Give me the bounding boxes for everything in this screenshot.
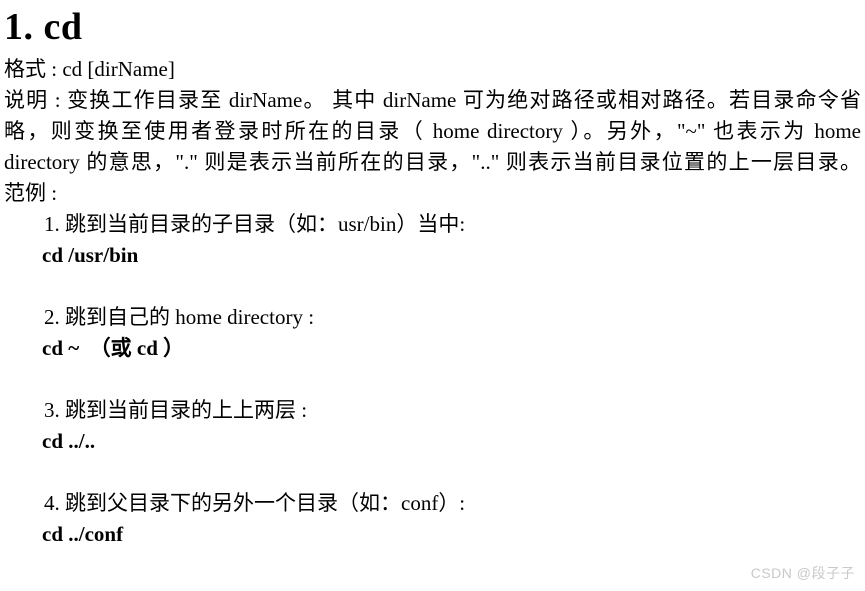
examples-label: 范例 : xyxy=(4,181,58,205)
example-title: 1. 跳到当前目录的子目录（如：usr/bin）当中: xyxy=(44,212,466,236)
page-title: 1. cd xyxy=(4,6,83,48)
description-line-2: 略，则变换至使用者登录时所在的目录（ home directory ）。另外，"… xyxy=(4,119,861,143)
example-item-4: 4. 跳到父目录下的另外一个目录（如：conf）: cd ../conf xyxy=(42,488,863,550)
example-title: 3. 跳到当前目录的上上两层 : xyxy=(44,398,308,422)
example-spacer xyxy=(2,457,863,488)
description-line-1: 说明 : 变换工作目录至 dirName。 其中 dirName 可为绝对路径或… xyxy=(4,88,861,112)
example-command: cd ~ （或 cd ） xyxy=(42,336,185,360)
example-spacer xyxy=(2,364,863,395)
example-item-2: 2. 跳到自己的 home directory : cd ~ （或 cd ） xyxy=(42,302,863,364)
document-page: 1. cd 格式 : cd [dirName] 说明 : 变换工作目录至 dir… xyxy=(0,2,865,591)
example-spacer xyxy=(2,271,863,302)
csdn-watermark: CSDN @段子子 xyxy=(750,565,855,581)
description-paragraph: 说明 : 变换工作目录至 dirName。 其中 dirName 可为绝对路径或… xyxy=(4,85,861,178)
description-line-3: directory 的意思，"." 则是表示当前所在的目录，".." 则表示当前… xyxy=(4,150,861,174)
example-command: cd ../.. xyxy=(42,429,96,453)
example-command: cd ../conf xyxy=(42,522,124,546)
example-command: cd /usr/bin xyxy=(42,243,139,267)
example-title: 2. 跳到自己的 home directory : xyxy=(44,305,315,329)
example-item-1: 1. 跳到当前目录的子目录（如：usr/bin）当中: cd /usr/bin xyxy=(42,209,863,271)
example-item-3: 3. 跳到当前目录的上上两层 : cd ../.. xyxy=(42,395,863,457)
example-title: 4. 跳到父目录下的另外一个目录（如：conf）: xyxy=(44,491,466,515)
format-line: 格式 : cd [dirName] xyxy=(4,57,175,81)
